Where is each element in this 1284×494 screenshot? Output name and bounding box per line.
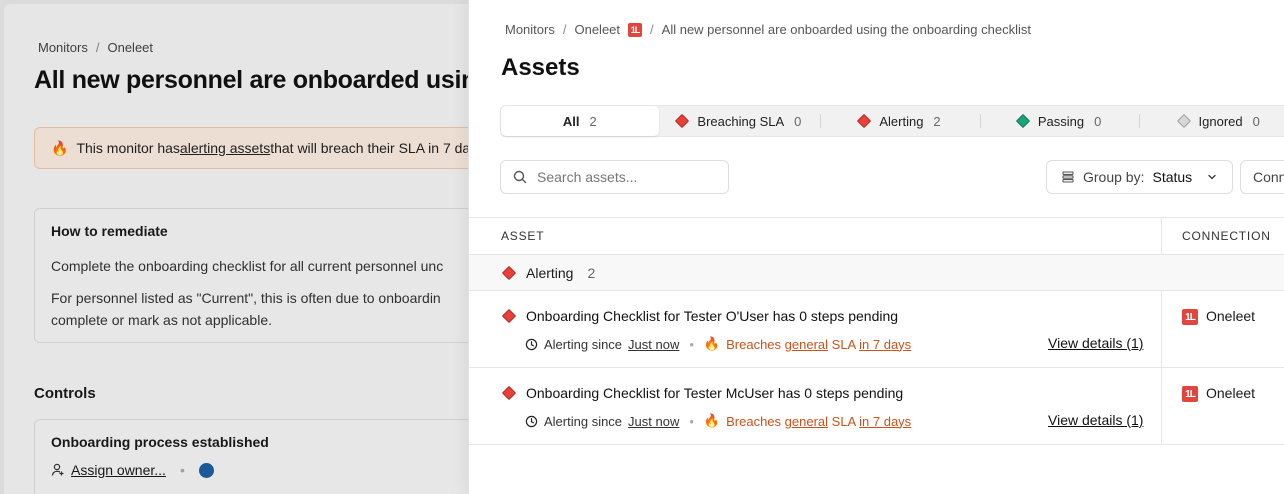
alert-diamond-icon bbox=[501, 385, 517, 401]
alert-suffix: that will breach their SLA in 7 da bbox=[270, 140, 471, 156]
connection-name: Oneleet bbox=[1206, 308, 1256, 324]
column-connection[interactable]: CONNECTION bbox=[1162, 218, 1271, 254]
alert-diamond-icon bbox=[857, 113, 872, 129]
framework-avatar bbox=[198, 462, 214, 478]
assign-owner-button[interactable]: Assign owner... bbox=[71, 462, 166, 478]
control-title: Onboarding process established bbox=[51, 434, 269, 450]
tab-all[interactable]: All 2 bbox=[501, 106, 659, 136]
alerting-since-value: Just now bbox=[628, 413, 680, 429]
breadcrumb-separator: / bbox=[562, 22, 567, 37]
drawer-breadcrumb: Monitors / Oneleet 1L / All new personne… bbox=[505, 22, 1031, 37]
assets-drawer: Monitors / Oneleet 1L / All new personne… bbox=[468, 0, 1284, 494]
clock-icon bbox=[525, 338, 538, 350]
asset-meta: Alerting since Just now • 🔥 Breaches gen… bbox=[525, 336, 911, 352]
alerting-assets-link[interactable]: alerting assets bbox=[180, 140, 270, 156]
control-card[interactable]: Onboarding process established Assign ow… bbox=[34, 419, 494, 494]
tab-passing[interactable]: Passing 0 bbox=[979, 106, 1140, 136]
oneleet-logo-icon: 1L bbox=[1182, 309, 1198, 325]
tab-ignored[interactable]: Ignored 0 bbox=[1139, 106, 1284, 136]
search-box bbox=[500, 160, 729, 194]
fire-icon: 🔥 bbox=[703, 413, 721, 428]
separator-dot: • bbox=[689, 336, 694, 352]
alert-diamond-icon bbox=[501, 308, 517, 324]
search-icon bbox=[513, 170, 527, 184]
group-row-alerting[interactable]: Alerting 2 bbox=[469, 255, 1284, 291]
controls-heading: Controls bbox=[34, 385, 96, 402]
page-title: All new personnel are onboarded using bbox=[34, 66, 492, 94]
breadcrumb-oneleet[interactable]: Oneleet bbox=[107, 40, 153, 55]
assets-table: ASSET CONNECTION Alerting 2 Onboarding C… bbox=[469, 217, 1284, 445]
tab-breaching-sla[interactable]: Breaching SLA 0 bbox=[659, 106, 821, 136]
fire-icon: 🔥 bbox=[703, 336, 721, 351]
oneleet-logo-icon: 1L bbox=[628, 22, 643, 37]
tab-alerting[interactable]: Alerting 2 bbox=[820, 106, 980, 136]
group-by-value: Status bbox=[1152, 169, 1193, 185]
list-icon bbox=[1062, 171, 1074, 183]
breadcrumb-monitors[interactable]: Monitors bbox=[38, 40, 88, 55]
column-asset[interactable]: ASSET bbox=[469, 218, 1162, 254]
sla-alert-banner: 🔥 This monitor has alerting assets that … bbox=[34, 127, 494, 169]
asset-name: Onboarding Checklist for Tester McUser h… bbox=[501, 385, 903, 401]
search-input[interactable] bbox=[537, 169, 717, 185]
view-details-link[interactable]: View details (1) bbox=[1048, 335, 1143, 351]
breadcrumb-monitors[interactable]: Monitors bbox=[505, 22, 555, 37]
table-row[interactable]: Onboarding Checklist for Tester McUser h… bbox=[469, 368, 1284, 445]
sla-breach-text: Breaches general SLA in 7 days bbox=[726, 413, 912, 429]
alert-diamond-icon bbox=[675, 113, 690, 129]
connection-cell: 1L Oneleet bbox=[1162, 368, 1255, 444]
add-user-icon bbox=[51, 463, 64, 476]
asset-meta: Alerting since Just now • 🔥 Breaches gen… bbox=[525, 413, 911, 429]
remediation-heading: How to remediate bbox=[51, 223, 168, 239]
remediation-text-2: For personnel listed as "Current", this … bbox=[51, 290, 441, 328]
alert-prefix: This monitor has bbox=[76, 140, 180, 156]
chevron-down-icon bbox=[1208, 174, 1216, 180]
breadcrumb-oneleet[interactable]: Oneleet bbox=[574, 22, 620, 37]
asset-cell: Onboarding Checklist for Tester O'User h… bbox=[469, 291, 1162, 367]
separator-dot: • bbox=[179, 462, 185, 478]
view-details-link[interactable]: View details (1) bbox=[1048, 412, 1143, 428]
remediation-card: How to remediate Complete the onboarding… bbox=[34, 208, 494, 343]
group-by-label: Group by: bbox=[1083, 169, 1145, 185]
connection-name: Oneleet bbox=[1206, 385, 1256, 401]
separator-dot: • bbox=[689, 413, 694, 429]
connection-cell: 1L Oneleet bbox=[1162, 291, 1255, 367]
owner-row: Assign owner... • bbox=[51, 462, 477, 478]
breadcrumb-separator: / bbox=[95, 40, 100, 55]
status-tabs: All 2 Breaching SLA 0 Alerting 2 Passing 0 I… bbox=[500, 105, 1284, 137]
connection-filter-button[interactable]: Conn bbox=[1240, 160, 1284, 194]
group-by-select[interactable]: Group by: Status bbox=[1046, 160, 1233, 194]
drawer-title: Assets bbox=[501, 54, 580, 81]
fire-icon: 🔥 bbox=[51, 139, 69, 156]
remediation-text-1: Complete the onboarding checklist for al… bbox=[51, 258, 444, 274]
asset-cell: Onboarding Checklist for Tester McUser h… bbox=[469, 368, 1162, 444]
oneleet-logo-icon: 1L bbox=[1182, 386, 1198, 402]
table-header: ASSET CONNECTION bbox=[469, 217, 1284, 255]
breadcrumb-separator: / bbox=[650, 22, 654, 37]
sla-breach-text: Breaches general SLA in 7 days bbox=[726, 336, 912, 352]
passing-diamond-icon bbox=[1015, 113, 1030, 129]
breadcrumb-monitor: All new personnel are onboarded using th… bbox=[661, 22, 1031, 37]
table-row[interactable]: Onboarding Checklist for Tester O'User h… bbox=[469, 291, 1284, 368]
group-count: 2 bbox=[587, 264, 596, 281]
alert-diamond-icon bbox=[501, 265, 517, 280]
group-label: Alerting bbox=[526, 264, 574, 281]
ignored-diamond-icon bbox=[1176, 113, 1191, 129]
asset-name: Onboarding Checklist for Tester O'User h… bbox=[501, 308, 898, 324]
clock-icon bbox=[525, 415, 538, 427]
alerting-since-value: Just now bbox=[628, 336, 680, 352]
breadcrumb: Monitors / Oneleet bbox=[38, 40, 153, 55]
